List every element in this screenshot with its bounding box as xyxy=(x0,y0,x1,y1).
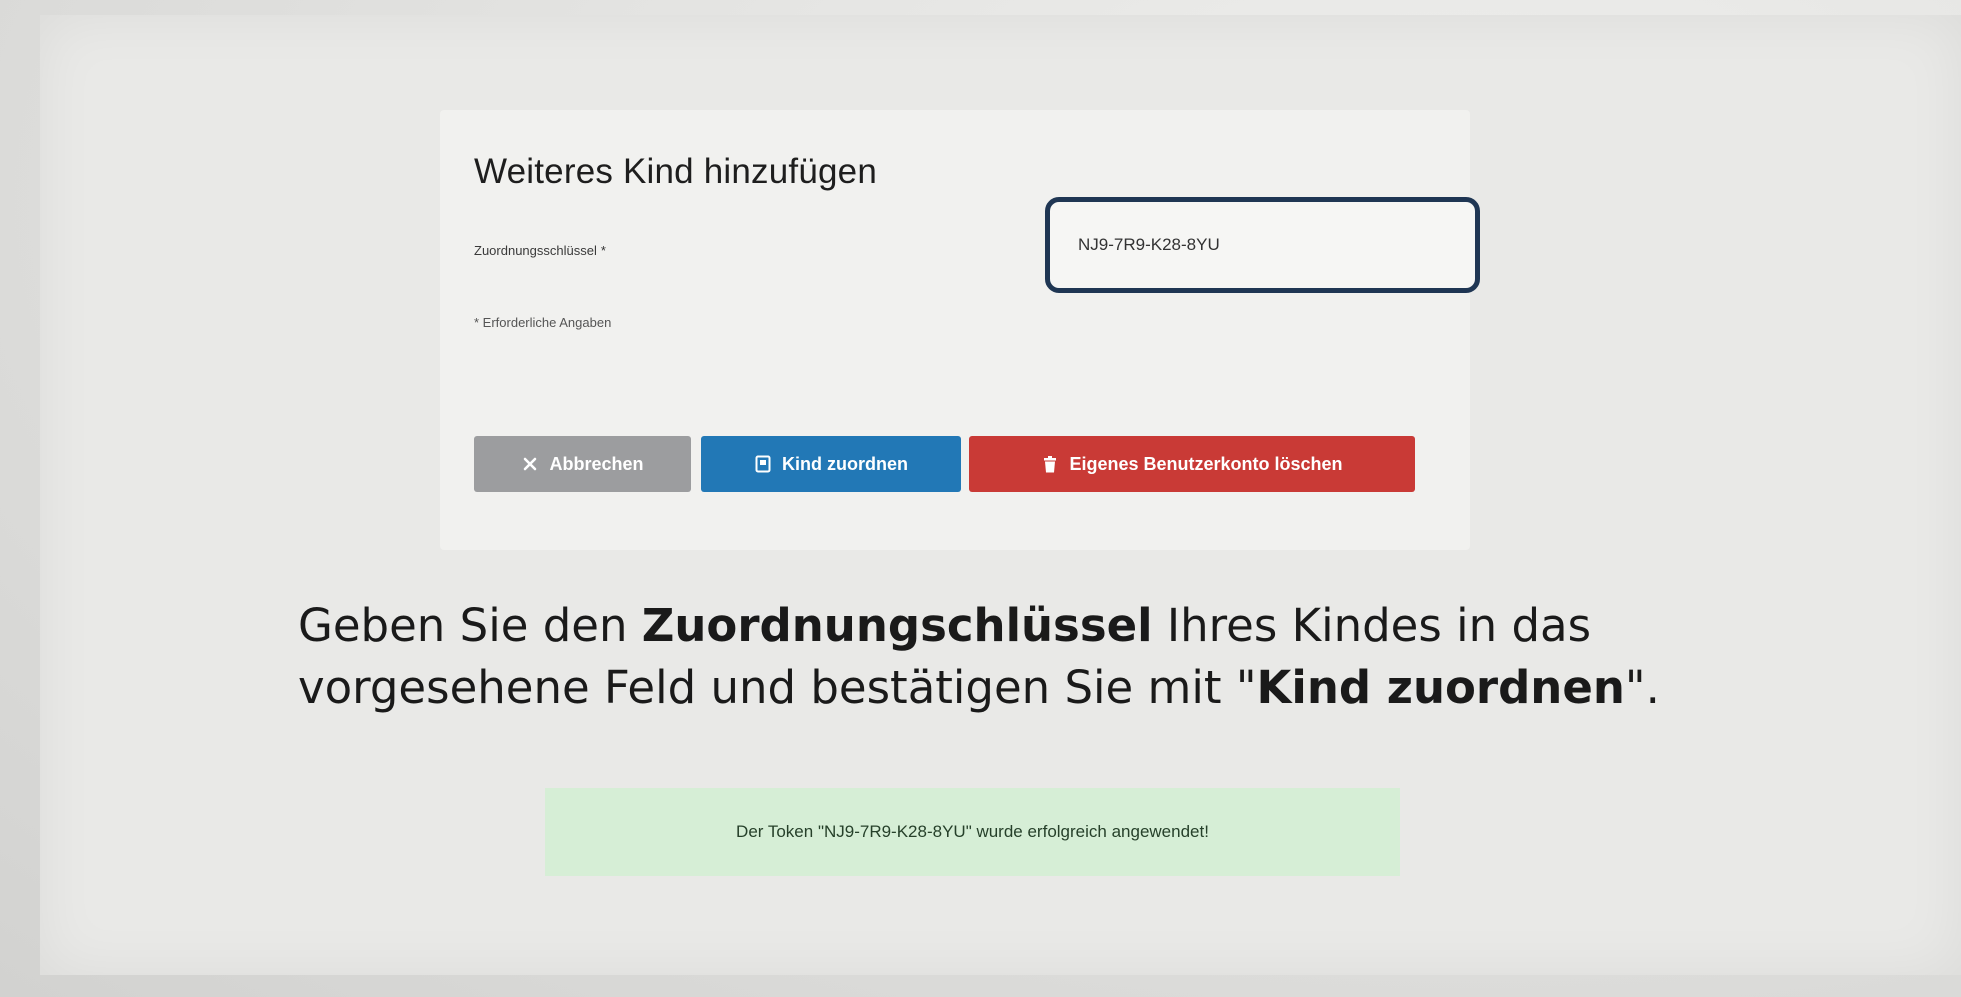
assign-child-button-label: Kind zuordnen xyxy=(782,453,908,474)
cancel-button-label: Abbrechen xyxy=(549,453,644,474)
trash-icon xyxy=(1041,455,1059,473)
success-alert: Der Token "NJ9-7R9-K28-8YU" wurde erfolg… xyxy=(545,788,1400,876)
cancel-button[interactable]: Abbrechen xyxy=(474,436,691,492)
close-icon xyxy=(521,455,539,473)
instruction-caption: Geben Sie den Zuordnungschlüssel Ihres K… xyxy=(298,595,1798,719)
required-note: * Erforderliche Angaben xyxy=(474,315,612,330)
caption-text-1: Geben Sie den xyxy=(298,599,642,652)
required-marker: * xyxy=(600,243,606,258)
delete-account-button-label: Eigenes Benutzerkonto löschen xyxy=(1069,453,1343,474)
delete-account-button[interactable]: Eigenes Benutzerkonto löschen xyxy=(969,436,1415,492)
token-input[interactable] xyxy=(1045,197,1480,293)
success-alert-message: Der Token "NJ9-7R9-K28-8YU" wurde erfolg… xyxy=(736,822,1209,841)
form-title: Weiteres Kind hinzufügen xyxy=(474,152,878,191)
assign-child-button[interactable]: Kind zuordnen xyxy=(701,436,961,492)
assign-icon xyxy=(754,455,772,473)
caption-bold-button: Kind zuordnen xyxy=(1256,661,1625,714)
caption-bold-key: Zuordnungschlüssel xyxy=(641,599,1153,652)
token-field-label: Zuordnungsschlüssel * xyxy=(474,243,606,258)
caption-text-3: ". xyxy=(1624,661,1660,714)
token-field-label-text: Zuordnungsschlüssel xyxy=(474,243,597,258)
